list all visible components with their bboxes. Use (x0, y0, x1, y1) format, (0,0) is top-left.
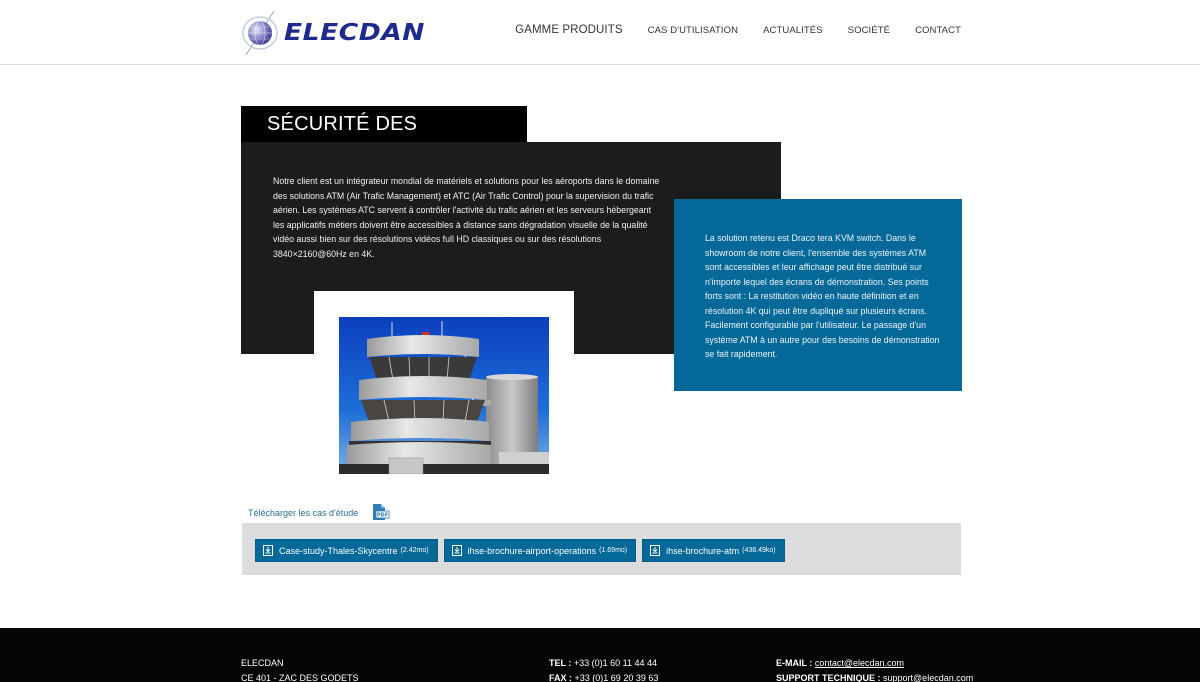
email-link[interactable]: contact@elecdan.com (815, 658, 904, 668)
download-button-thales[interactable]: Case-study-Thales-Skycentre (2.42mo) (255, 539, 438, 562)
logo[interactable]: ELECDAN (240, 8, 435, 58)
footer-street: CE 401 - ZAC DES GODETS (241, 673, 359, 682)
nav-actualites[interactable]: ACTUALITÉS (763, 25, 823, 36)
nav-contact[interactable]: CONTACT (915, 25, 961, 36)
support-label: SUPPORT TECHNIQUE : (776, 673, 881, 682)
tel-label: TEL : (549, 658, 572, 668)
globe-logo-icon (242, 10, 278, 56)
download-heading: Télécharger les cas d'étude PDF (248, 504, 390, 521)
fax-number: +33 (0)1 69 20 39 63 (574, 673, 659, 682)
download-name: Case-study-Thales-Skycentre (279, 545, 398, 556)
download-file-icon (650, 545, 661, 556)
download-button-atm[interactable]: ihse-brochure-atm (438.49ko) (642, 539, 785, 562)
download-file-icon (263, 545, 273, 556)
fax-label: FAX : (549, 673, 573, 682)
download-size: (1.69mo) (599, 547, 628, 554)
download-label[interactable]: Télécharger les cas d'étude (248, 508, 358, 518)
page-title-box: SÉCURITÉ DES AÉROPORTS (241, 106, 527, 172)
download-buttons: Case-study-Thales-Skycentre (2.42mo) ihs… (255, 539, 791, 562)
svg-text:PDF: PDF (377, 513, 388, 519)
solution-panel: La solution retenu est Draco tera KVM sw… (674, 199, 962, 391)
download-button-airport-operations[interactable]: ihse-brochure-airport-operations (1.69mo… (443, 539, 637, 562)
tel-number: +33 (0)1 60 11 44 44 (573, 658, 658, 668)
download-size: (438.49ko) (742, 547, 776, 554)
footer-email: E-MAIL : contact@elecdan.com SUPPORT TEC… (776, 656, 973, 682)
site-footer: ELECDAN CE 401 - ZAC DES GODETS TEL : +3… (0, 628, 1200, 682)
logo-text: ELECDAN (284, 20, 426, 46)
pdf-icon[interactable]: PDF (372, 504, 390, 521)
footer-phone: TEL : +33 (0)1 60 11 44 44 FAX : +33 (0)… (549, 656, 658, 682)
footer-address: ELECDAN CE 401 - ZAC DES GODETS (241, 656, 359, 682)
support-email-link[interactable]: support@elecdan.com (883, 673, 973, 682)
download-name: ihse-brochure-atm (666, 545, 740, 556)
download-size: (2.42mo) (400, 547, 429, 554)
control-tower-photo (339, 317, 549, 474)
image-frame (314, 291, 574, 491)
site-header: ELECDAN GAMME PRODUITS CAS D'UTILISATION… (0, 0, 1200, 65)
nav-societe[interactable]: SOCIÉTÉ (848, 25, 890, 36)
download-name: ihse-brochure-airport-operations (467, 545, 597, 556)
downloads-box: Case-study-Thales-Skycentre (2.42mo) ihs… (242, 523, 961, 575)
solution-text: La solution retenu est Draco tera KVM sw… (705, 233, 940, 359)
email-label: E-MAIL : (776, 658, 813, 668)
nav-cas-utilisation[interactable]: CAS D'UTILISATION (648, 25, 738, 36)
footer-company: ELECDAN (241, 658, 284, 668)
nav-gamme-produits[interactable]: GAMME PRODUITS (515, 24, 622, 36)
intro-text: Notre client est un intégrateur mondial … (273, 176, 660, 259)
main-nav: GAMME PRODUITS CAS D'UTILISATION ACTUALI… (515, 24, 961, 36)
download-file-icon (451, 545, 462, 556)
